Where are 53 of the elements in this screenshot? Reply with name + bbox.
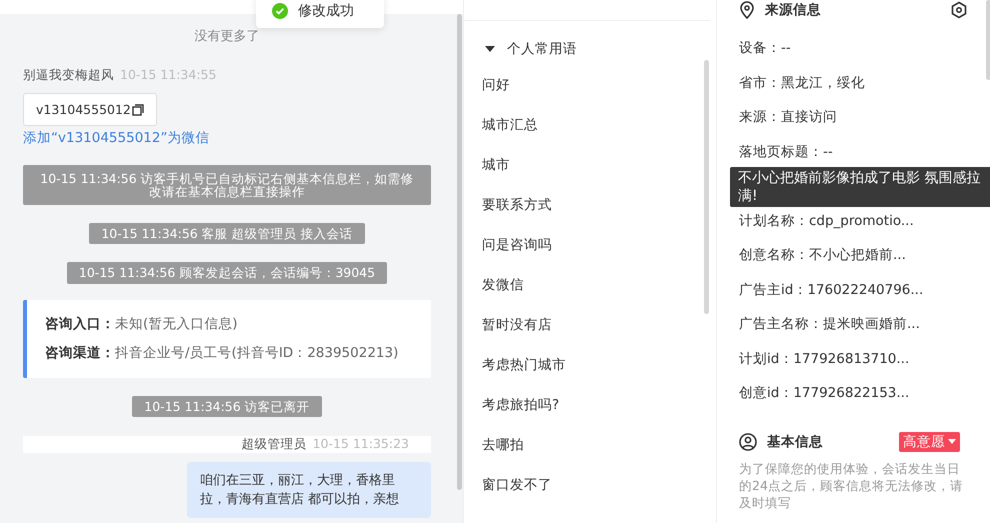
phrase-item[interactable]: 城市汇总	[464, 105, 716, 145]
no-more-notice: 没有更多了	[194, 28, 260, 45]
message-time: 10-15 11:34:55	[120, 67, 216, 84]
info-row: 落地页标题：--	[739, 144, 833, 160]
system-message: 10-15 11:34:56 访客已离开	[132, 396, 322, 417]
scrollbar[interactable]	[986, 0, 990, 80]
entry-value: 未知(暂无入口信息)	[115, 316, 238, 332]
sender-name: 别逼我变梅超风	[23, 67, 114, 84]
scrollbar[interactable]	[457, 14, 462, 490]
check-icon	[272, 3, 288, 19]
phrase-item[interactable]: 问是咨询吗	[464, 225, 716, 265]
copy-icon[interactable]	[132, 104, 144, 116]
info-row: 广告主id：176022240796...	[739, 282, 924, 298]
phrase-item[interactable]: 要联系方式	[464, 185, 716, 225]
phrase-item[interactable]: 发微信	[464, 265, 716, 305]
add-wechat-link[interactable]: 添加“v13104555012”为微信	[23, 129, 431, 147]
caret-icon	[948, 439, 956, 444]
phrase-item[interactable]: 窗口发不了	[464, 465, 716, 505]
phrase-item[interactable]: 暂时没有店	[464, 305, 716, 345]
wechat-id: v13104555012	[36, 102, 131, 117]
phrase-item[interactable]: 去哪拍	[464, 425, 716, 465]
info-row: 广告主名称：提米映画婚前...	[739, 316, 920, 332]
info-row: 来源：直接访问	[739, 109, 837, 125]
entry-value: 抖音企业号/员工号(抖音号ID：2839502213)	[115, 344, 398, 360]
info-note: 为了保障您的使用体验，会话发生当日的24点之后，顾客信息将无法修改，请及时填写	[739, 460, 964, 510]
phrase-item[interactable]: 考虑旅拍吗?	[464, 385, 716, 425]
user-icon	[739, 432, 757, 450]
info-row: 计划名称：cdp_promotio...	[739, 212, 914, 228]
system-message: 10-15 11:34:56 访客手机号已自动标记右侧基本信息栏，如需修改请在基本信息栏直接操作	[23, 165, 431, 206]
toast-text: 修改成功	[298, 2, 354, 20]
location-pin-icon	[739, 1, 755, 19]
phrase-group-header[interactable]: 个人常用语	[464, 21, 716, 58]
info-row: 创意名称：不小心把婚前...	[739, 247, 906, 263]
message-bubble: 咱们在三亚，丽江，大理，香格里拉，青海有直营店 都可以拍，亲想	[187, 462, 431, 518]
tooltip: 不小心把婚前影像拍成了电影 氛围感拉满!	[730, 167, 990, 207]
info-row: 创意id：177926822153...	[739, 385, 910, 401]
system-message: 10-15 11:34:56 客服 超级管理员 接入会话	[89, 223, 365, 244]
phrase-item[interactable]: 考虑热门城市	[464, 345, 716, 385]
system-message: 10-15 11:34:56 顾客发起会话，会话编号：39045	[66, 262, 388, 284]
entry-label: 咨询渠道：	[45, 344, 115, 360]
intent-dropdown[interactable]: 高意愿	[899, 432, 960, 452]
scrollbar[interactable]	[704, 60, 709, 314]
phrase-item[interactable]: 问好	[464, 65, 716, 105]
entry-label: 咨询入口：	[45, 316, 115, 332]
info-row: 设备：--	[739, 40, 791, 56]
info-row: 省市：黑龙江，绥化	[739, 74, 865, 90]
settings-icon[interactable]	[950, 1, 968, 19]
message-time: 10-15 11:35:23	[312, 436, 409, 453]
section-title: 基本信息	[767, 432, 823, 450]
info-row: 计划id：177926813710...	[739, 350, 910, 366]
phrase-item[interactable]: 城市	[464, 145, 716, 185]
section-title: 来源信息	[765, 1, 821, 19]
sender-name: 超级管理员	[242, 436, 307, 453]
